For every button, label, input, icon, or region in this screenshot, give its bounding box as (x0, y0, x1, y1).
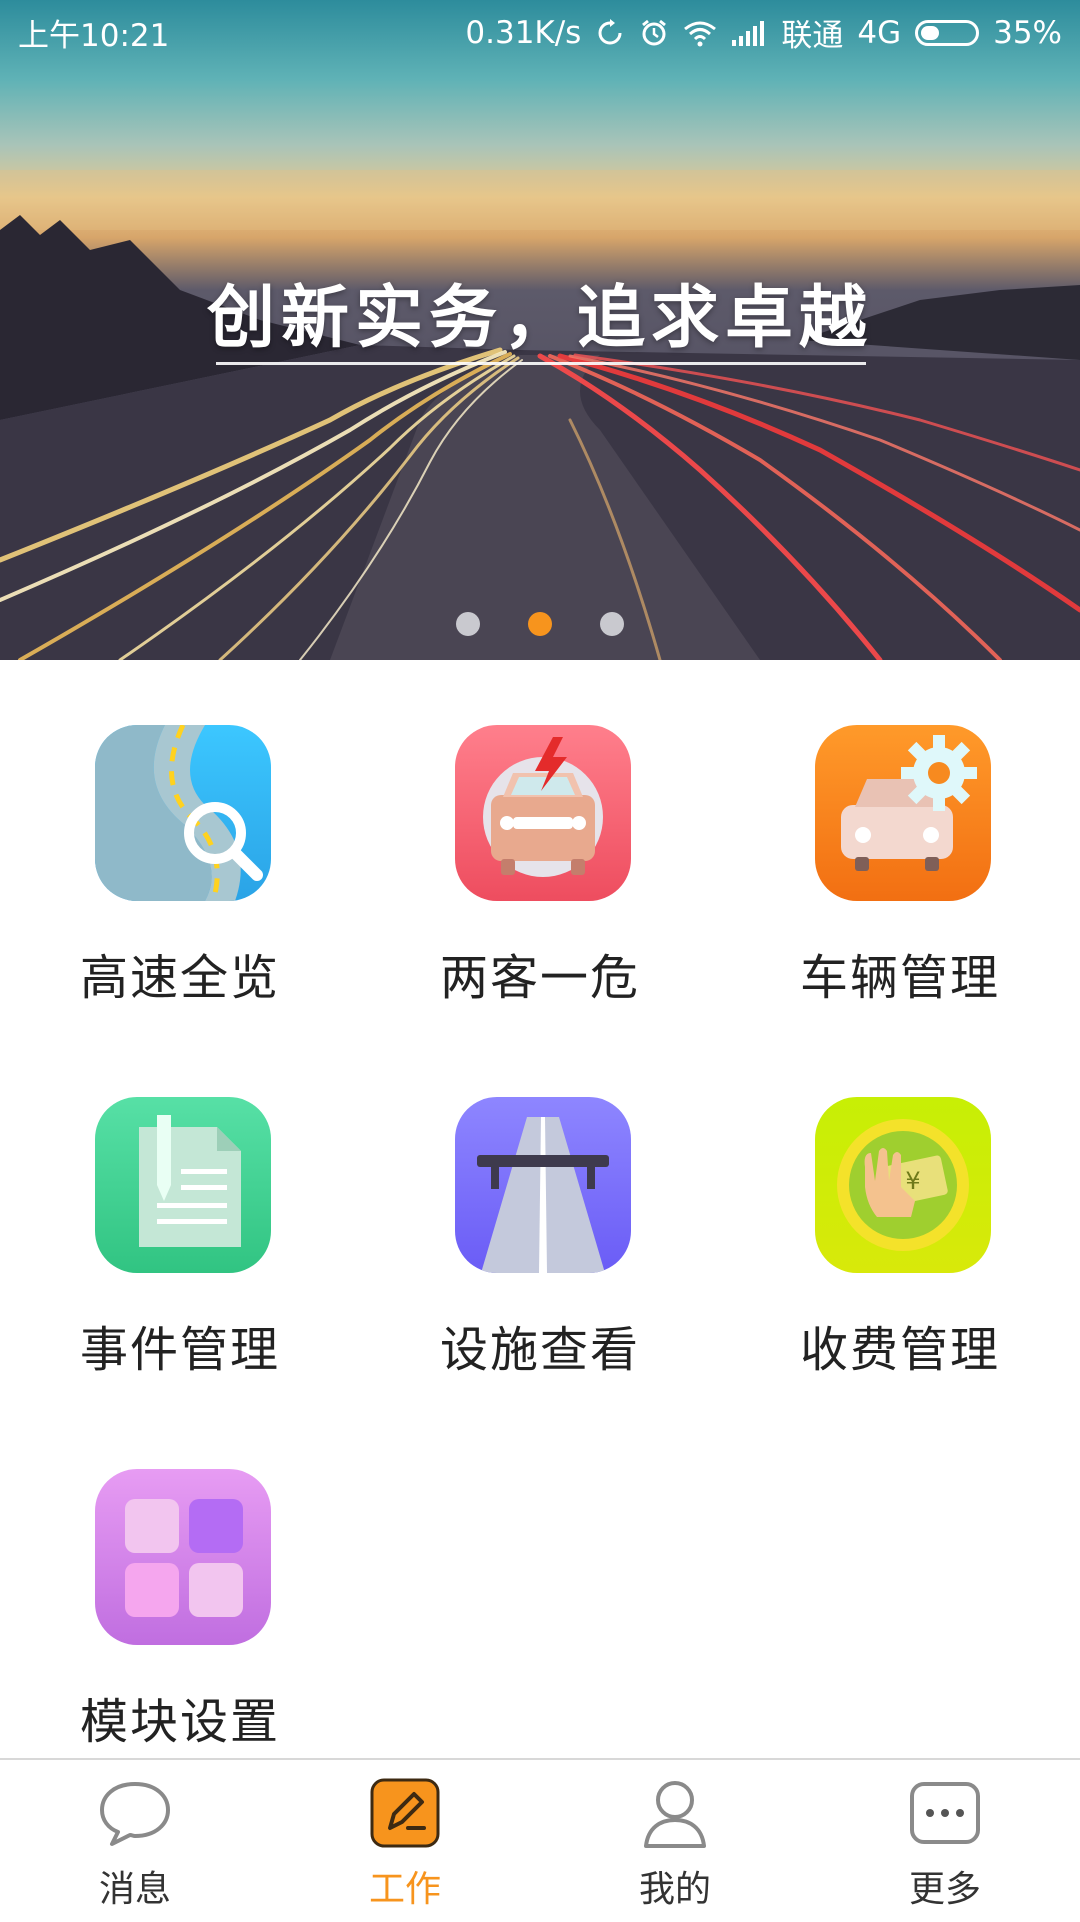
signal-icon (731, 20, 767, 46)
battery-icon (915, 19, 980, 46)
status-bar: 上午10:21 0.31K/s 联通 4G 35% (0, 0, 1080, 62)
nav-item-messages[interactable]: 消息 (0, 1760, 270, 1922)
module-label: 设施查看 (439, 1322, 640, 1378)
module-label: 两客一危 (439, 950, 640, 1006)
grid-settings-icon (95, 1469, 271, 1645)
road-facility-icon (455, 1097, 631, 1273)
module-event-management[interactable]: 事件管理 (0, 1032, 360, 1404)
nav-label: 我的 (638, 1869, 711, 1910)
document-edit-icon (95, 1097, 271, 1273)
nav-label: 消息 (98, 1869, 171, 1910)
carousel-dot[interactable] (600, 612, 624, 636)
vehicle-settings-icon (815, 725, 991, 901)
sync-icon (595, 18, 625, 48)
carousel-dot[interactable] (528, 612, 552, 636)
network-type: 4G (857, 14, 902, 51)
status-time: 上午10:21 (18, 18, 170, 54)
toll-payment-icon: ¥ (815, 1097, 991, 1273)
highway-map-search-icon (95, 725, 271, 901)
work-edit-icon (368, 1778, 442, 1848)
bus-danger-icon (455, 725, 631, 901)
battery-percent: 35% (993, 14, 1062, 51)
carrier-name: 联通 (781, 18, 844, 54)
nav-item-work[interactable]: 工作 (270, 1760, 540, 1922)
nav-label: 更多 (908, 1869, 981, 1910)
alarm-icon (639, 18, 669, 48)
module-settings[interactable]: 模块设置 (0, 1404, 360, 1776)
banner-carousel[interactable]: 上午10:21 0.31K/s 联通 4G 35% 创新实务，追求卓越 (0, 0, 1080, 660)
module-label: 高速全览 (79, 950, 280, 1006)
module-label: 收费管理 (799, 1322, 1000, 1378)
status-right: 0.31K/s 联通 4G 35% (465, 10, 1062, 55)
nav-item-mine[interactable]: 我的 (540, 1760, 810, 1922)
carousel-indicator (0, 612, 1080, 636)
module-facility-view[interactable]: 设施查看 (360, 1032, 720, 1404)
nav-label: 工作 (368, 1869, 441, 1910)
wifi-icon (683, 19, 717, 47)
module-passenger-danger[interactable]: 两客一危 (360, 660, 720, 1032)
slogan-underline (216, 362, 866, 365)
more-dots-icon (908, 1778, 982, 1848)
bottom-navigation: 消息 工作 我的 更多 (0, 1758, 1080, 1922)
module-vehicle-management[interactable]: 车辆管理 (720, 660, 1080, 1032)
svg-text:¥: ¥ (905, 1167, 920, 1195)
banner-slogan: 创新实务，追求卓越 (206, 279, 873, 358)
chat-bubble-icon (98, 1778, 172, 1848)
network-speed: 0.31K/s (465, 14, 582, 51)
module-label: 事件管理 (79, 1322, 280, 1378)
module-highway-overview[interactable]: 高速全览 (0, 660, 360, 1032)
carousel-dot[interactable] (456, 612, 480, 636)
module-label: 模块设置 (79, 1694, 280, 1750)
module-label: 车辆管理 (799, 950, 1000, 1006)
nav-item-more[interactable]: 更多 (810, 1760, 1080, 1922)
user-icon (638, 1778, 712, 1848)
module-toll-management[interactable]: ¥ 收费管理 (720, 1032, 1080, 1404)
